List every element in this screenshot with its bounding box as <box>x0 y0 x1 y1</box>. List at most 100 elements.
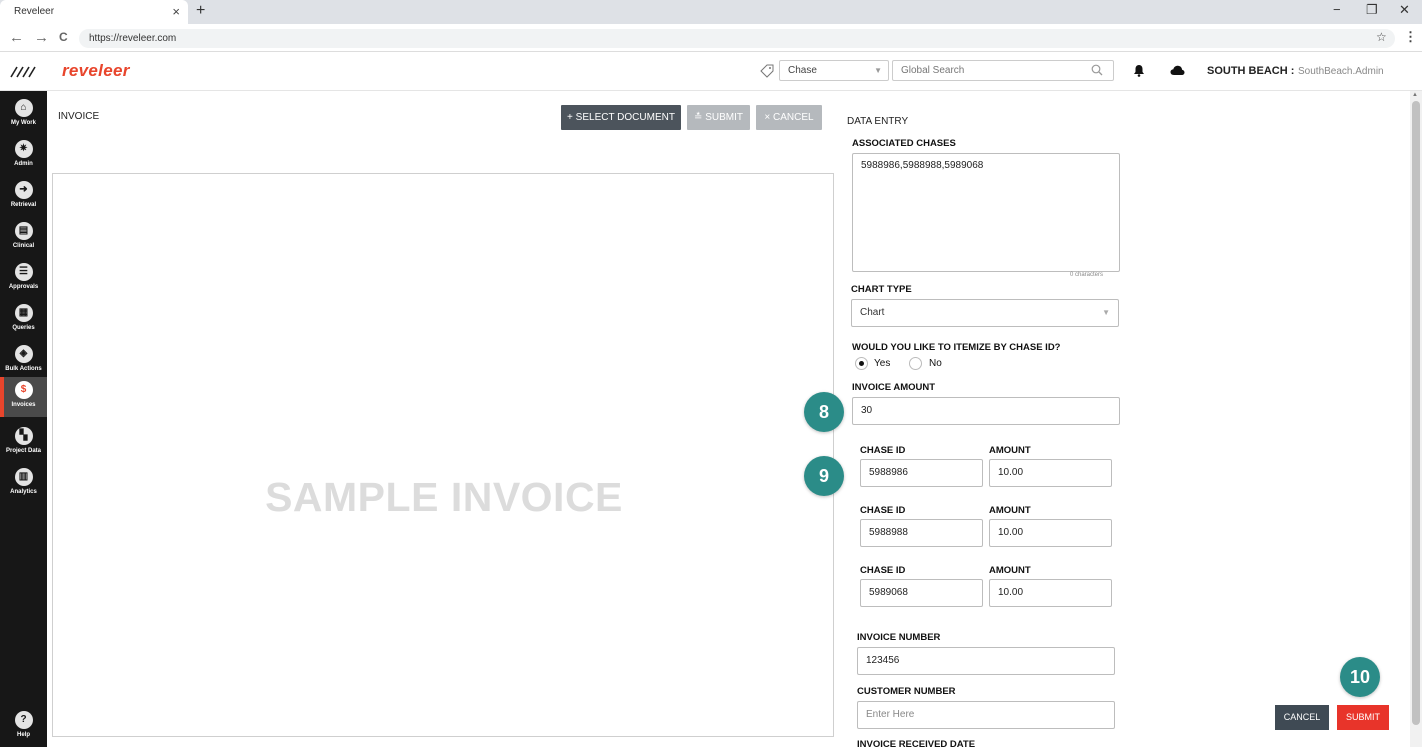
close-window-icon[interactable]: ✕ <box>1399 2 1410 18</box>
page-scrollbar[interactable]: ▲ <box>1410 91 1422 747</box>
forward-icon[interactable]: → <box>34 29 49 46</box>
new-tab-icon[interactable]: + <box>196 2 205 20</box>
itemize-yes-label[interactable]: Yes <box>874 358 890 369</box>
itemize-no-radio[interactable] <box>909 357 922 370</box>
associated-chases-label: ASSOCIATED CHASES <box>852 138 956 149</box>
nav-label: Clinical <box>12 243 35 249</box>
chase-id-input[interactable]: 5989068 <box>860 579 983 607</box>
invoice-received-date-label: INVOICE RECEIVED DATE <box>857 739 976 750</box>
admin-gear-icon: ✷ <box>14 140 33 158</box>
bell-icon[interactable] <box>1133 64 1145 77</box>
global-search-input[interactable]: Global Search <box>892 60 1114 81</box>
nav-label: Project Data <box>5 448 41 454</box>
reload-icon[interactable]: C <box>59 30 68 44</box>
amount-label: AMOUNT <box>989 445 1031 456</box>
app-header: reveleer Chase ▼ Global Search SOUTH BEA… <box>0 53 1422 91</box>
nav-item-bulk-actions[interactable]: ◈ Bulk Actions <box>0 341 47 381</box>
nav-label: Queries <box>12 325 35 331</box>
global-search-placeholder: Global Search <box>901 65 965 76</box>
chevron-down-icon: ▼ <box>874 66 882 75</box>
nav-item-admin[interactable]: ✷ Admin <box>0 136 47 176</box>
chase-id-label: CHASE ID <box>860 505 906 516</box>
customer-number-input[interactable]: Enter Here <box>857 701 1115 729</box>
back-icon[interactable]: ← <box>9 29 24 46</box>
data-entry-title: DATA ENTRY <box>847 116 909 127</box>
browser-menu-icon[interactable]: ⋮ <box>1404 29 1417 45</box>
search-type-select[interactable]: Chase ▼ <box>779 60 889 81</box>
nav-item-queries[interactable]: ▦ Queries <box>0 300 47 340</box>
nav-item-approvals[interactable]: ☰ Approvals <box>0 259 47 299</box>
user-name[interactable]: SouthBeach.Admin <box>1298 66 1384 77</box>
invoice-title: INVOICE <box>58 111 100 122</box>
nav-item-analytics[interactable]: ▥ Analytics <box>0 464 47 504</box>
itemize-no-label[interactable]: No <box>929 358 942 369</box>
amount-input[interactable]: 10.00 <box>989 579 1112 607</box>
search-icon[interactable] <box>1091 64 1103 76</box>
nav-item-clinical[interactable]: ▤ Clinical <box>0 218 47 258</box>
customer-number-placeholder: Enter Here <box>866 709 915 720</box>
amount-label: AMOUNT <box>989 505 1031 516</box>
chase-id-label: CHASE ID <box>860 565 906 576</box>
restore-icon[interactable]: ❐ <box>1366 2 1378 18</box>
invoice-amount-label: INVOICE AMOUNT <box>852 382 936 393</box>
dollar-icon: $ <box>14 381 33 399</box>
amount-input[interactable]: 10.00 <box>989 459 1112 487</box>
minimize-icon[interactable]: − <box>1333 2 1341 17</box>
nav-item-my-work[interactable]: ⌂ My Work <box>0 95 47 135</box>
nav-label: My Work <box>11 120 36 126</box>
tab-title: Reveleer <box>14 6 55 17</box>
itemize-label: WOULD YOU LIKE TO ITEMIZE BY CHASE ID? <box>852 342 1061 353</box>
scrollbar-thumb[interactable] <box>1412 101 1420 725</box>
home-icon: ⌂ <box>14 99 33 117</box>
cloud-icon[interactable] <box>1170 65 1185 76</box>
nav-item-retrieval[interactable]: ➜ Retrieval <box>0 177 47 217</box>
itemize-yes-radio[interactable] <box>855 357 868 370</box>
data-entry-cancel-button[interactable]: CANCEL <box>1275 705 1329 730</box>
chase-id-input[interactable]: 5988988 <box>860 519 983 547</box>
select-document-button[interactable]: + SELECT DOCUMENT <box>561 105 681 130</box>
chase-id-input[interactable]: 5988986 <box>860 459 983 487</box>
char-count: 0 characters <box>1070 272 1104 278</box>
nav-item-project-data[interactable]: ▚ Project Data <box>0 423 47 463</box>
nav-label: Help <box>16 732 30 738</box>
queries-icon: ▦ <box>14 304 33 322</box>
scroll-up-icon[interactable]: ▲ <box>1412 92 1418 98</box>
invoice-submit-button[interactable]: ≛ SUBMIT <box>687 105 750 130</box>
step-badge-10: 10 <box>1340 657 1380 697</box>
clinical-document-icon: ▤ <box>14 222 33 240</box>
step-badge-8: 8 <box>804 392 844 432</box>
layers-icon: ◈ <box>14 345 33 363</box>
invoice-number-input[interactable]: 123456 <box>857 647 1115 675</box>
step-badge-9: 9 <box>804 456 844 496</box>
amount-label: AMOUNT <box>989 565 1031 576</box>
invoice-number-label: INVOICE NUMBER <box>857 632 941 643</box>
checklist-icon: ☰ <box>14 263 33 281</box>
left-nav: ⌂ My Work ✷ Admin ➜ Retrieval ▤ Clinical… <box>0 91 47 747</box>
arrow-right-icon: ➜ <box>14 181 33 199</box>
bookmark-star-icon[interactable]: ☆ <box>1376 30 1387 44</box>
nav-item-help[interactable]: ? Help <box>0 707 47 747</box>
nav-item-invoices[interactable]: $ Invoices <box>0 377 47 417</box>
browser-address-bar: ← → C https://reveleer.com ☆ ⋮ <box>0 24 1422 52</box>
amount-input[interactable]: 10.00 <box>989 519 1112 547</box>
bar-chart-icon: ▥ <box>14 468 33 486</box>
browser-tab-bar: Reveleer × + − ❐ ✕ <box>0 0 1422 24</box>
chart-type-select[interactable]: Chart ▼ <box>851 299 1119 327</box>
chase-id-label: CHASE ID <box>860 445 906 456</box>
data-entry-submit-button[interactable]: SUBMIT <box>1337 705 1389 730</box>
menu-logo-icon[interactable] <box>9 65 39 79</box>
customer-number-label: CUSTOMER NUMBER <box>857 686 956 697</box>
browser-tab[interactable]: Reveleer × <box>0 0 188 24</box>
associated-chases-textarea[interactable]: 5988986,5988988,5989068 <box>852 153 1120 272</box>
chart-type-label: CHART TYPE <box>851 284 912 295</box>
invoice-cancel-button[interactable]: × CANCEL <box>756 105 822 130</box>
url-field[interactable]: https://reveleer.com <box>79 29 1395 48</box>
chart-type-value: Chart <box>860 307 885 318</box>
brand-logo[interactable]: reveleer <box>62 61 130 81</box>
tab-close-icon[interactable]: × <box>172 0 180 24</box>
document-viewer: SAMPLE INVOICE <box>52 173 834 737</box>
invoice-amount-input[interactable]: 30 <box>852 397 1120 425</box>
nav-label: Approvals <box>8 284 39 290</box>
nav-label: Retrieval <box>10 202 37 208</box>
organization-name[interactable]: SOUTH BEACH : <box>1207 65 1294 77</box>
